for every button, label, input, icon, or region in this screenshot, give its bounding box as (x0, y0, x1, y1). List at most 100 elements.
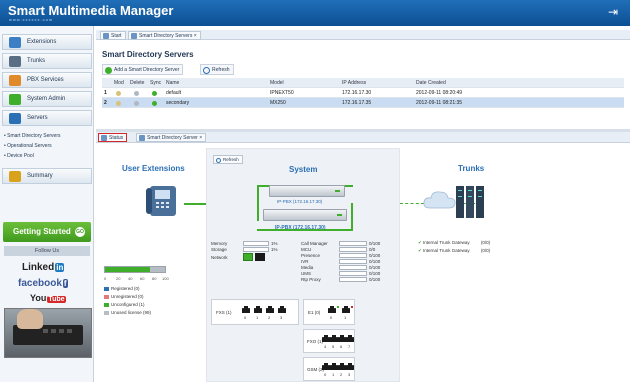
axis-tick: 0 (104, 276, 107, 281)
column-header[interactable]: IP Address (342, 78, 366, 88)
pbx-server-secondary[interactable] (263, 209, 347, 221)
metric-value: 0/100 (369, 259, 381, 264)
port-number: 0 (330, 315, 333, 320)
logout-icon[interactable]: ⇥ (608, 6, 622, 19)
refresh-label: Refresh (212, 67, 230, 73)
cloud-icon (423, 191, 456, 209)
cell-name: secondary (166, 100, 190, 106)
trunk-label: Internal Trunk Gateway (423, 240, 470, 245)
metric-label: MCU (301, 247, 312, 252)
table-header: Mod Delete Sync Name Model IP Address Da… (102, 78, 624, 88)
sync-icon[interactable] (152, 101, 157, 106)
tab-start[interactable]: Start (100, 31, 126, 40)
metric-label: UMS (301, 271, 311, 276)
cell-ip: 172.16.17.35 (342, 100, 372, 106)
column-header[interactable]: Model (270, 78, 284, 88)
fxo-port-icon (330, 335, 338, 342)
facebook-wordmark: facebook (18, 278, 62, 289)
sidebar-item-trunks[interactable]: Trunks (2, 53, 92, 69)
delete-icon[interactable] (134, 101, 139, 106)
refresh-button[interactable]: Refresh (200, 64, 234, 75)
tab-smart-directory-servers[interactable]: Smart Directory Servers × (128, 31, 201, 40)
fxo-port-icon (346, 335, 354, 342)
title-bar: Smart Multimedia Manager www.xxxxxx.com … (0, 0, 630, 26)
delete-icon[interactable] (134, 91, 139, 96)
bottom-tab-bar: Status Smart Directory Server × (96, 132, 630, 143)
metric-label: Storage (211, 247, 227, 252)
metric-label: Call Manager (301, 241, 328, 246)
fxs-port-icon (266, 306, 274, 313)
gsm-port-icon (346, 363, 354, 370)
edit-icon[interactable] (116, 101, 121, 106)
column-header[interactable]: Delete (130, 78, 144, 88)
port-number: 0 (324, 372, 327, 377)
sidebar-subitem-device-pool[interactable]: • Device Pool (4, 151, 92, 161)
fxo-panel: FXO (1) 4 5 6 7 (303, 329, 355, 353)
sync-icon[interactable] (152, 91, 157, 96)
linkedin-link[interactable]: Linked in (22, 262, 65, 273)
extensions-usage-bar (104, 266, 166, 273)
e1-port-icon (342, 306, 350, 313)
e1-status-led (337, 306, 339, 308)
trunks-header: Trunks (458, 164, 485, 173)
linkedin-wordmark: Linked (22, 262, 55, 273)
tab-label: Smart Directory Servers (139, 33, 193, 39)
axis-tick: 80 (152, 276, 157, 281)
port-number: 1 (256, 315, 259, 320)
usage-bar-fill (105, 267, 150, 272)
sidebar-subitem-smart-directory-servers[interactable]: • Smart Directory Servers (4, 131, 92, 141)
metric-bar (339, 265, 367, 270)
app-subtitle: www.xxxxxx.com (9, 17, 54, 22)
column-header[interactable]: Date Created (416, 78, 446, 88)
youtube-link[interactable]: You Tube (30, 293, 66, 303)
sidebar-item-label: Extensions (27, 39, 57, 45)
server-tab-icon (139, 135, 145, 141)
promo-video-thumbnail[interactable] (4, 308, 92, 358)
column-header[interactable]: Sync (150, 78, 161, 88)
column-header[interactable]: Mod (114, 78, 124, 88)
gsm-port-icon (330, 363, 338, 370)
system-header: System (289, 165, 318, 174)
sidebar-item-extensions[interactable]: Extensions (2, 34, 92, 50)
refresh-label: Refresh (223, 157, 239, 162)
trunk-value: (0/0) (480, 248, 491, 253)
getting-started-label: Getting Started (13, 227, 71, 236)
pbx-server-primary[interactable] (269, 185, 345, 197)
hand-image (17, 309, 43, 329)
sidebar-item-system-admin[interactable]: System Admin (2, 91, 92, 107)
fxo-port-icon (338, 335, 346, 342)
port-number: 1 (332, 372, 335, 377)
network-port-icon (255, 253, 265, 261)
e1-status-led (351, 306, 353, 308)
port-number: 3 (348, 372, 351, 377)
fxs-panel: FXS (1) 0 1 2 3 (211, 299, 299, 325)
fxs-port-icon (278, 306, 286, 313)
status-refresh-button[interactable]: Refresh (213, 155, 243, 164)
port-number: 4 (324, 344, 327, 349)
linkedin-icon: in (55, 263, 65, 272)
fxo-port-icon (322, 335, 330, 342)
tab-smart-directory-server[interactable]: Smart Directory Server × (136, 133, 207, 142)
pbx-ip-label-primary: IP-PBX (172.16.17.30) (277, 199, 323, 204)
sidebar-item-label: System Admin (27, 96, 66, 102)
sidebar-item-servers[interactable]: Servers (2, 110, 92, 126)
column-header[interactable]: Name (166, 78, 179, 88)
add-server-button[interactable]: Add a Smart Directory Server (102, 64, 184, 75)
trunk-status: ✔ Internal Trunk Gateway (0/0) (418, 248, 490, 254)
youtube-wordmark: You (30, 293, 47, 303)
sidebar-item-summary[interactable]: Summary (2, 168, 92, 184)
edit-icon[interactable] (116, 91, 121, 96)
facebook-link[interactable]: facebook f (18, 278, 68, 289)
tab-status[interactable]: Status (98, 133, 128, 142)
getting-started-button[interactable]: Getting Started GO (3, 222, 91, 242)
metric-value: 0/100 (369, 241, 381, 246)
e1-panel: E1 (0) 0 1 (303, 299, 355, 325)
metric-label: Network (211, 255, 228, 260)
sidebar: Extensions Trunks PBX Services System Ad… (0, 26, 94, 382)
table-row[interactable]: 2 secondary MX250 172.16.17.35 2012-09-1… (102, 98, 624, 108)
sidebar-item-pbx-services[interactable]: PBX Services (2, 72, 92, 88)
extensions-icon (9, 37, 21, 48)
table-row[interactable]: 1 default IPNEXT50 172.16.17.30 2012-09-… (102, 88, 624, 98)
port-number: 3 (280, 315, 283, 320)
sidebar-subitem-operational-servers[interactable]: • Operational Servers (4, 141, 92, 151)
